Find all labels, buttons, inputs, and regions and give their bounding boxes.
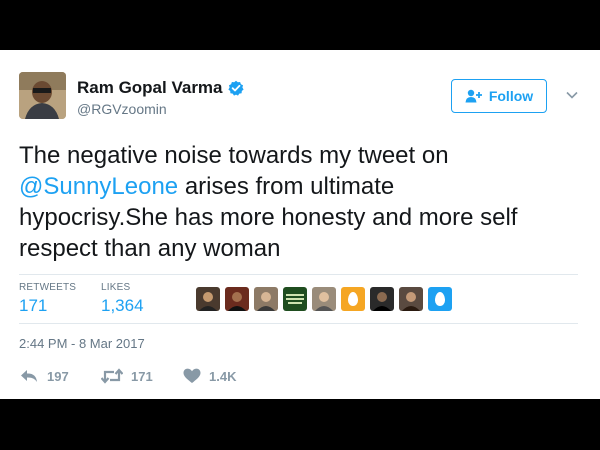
- like-button[interactable]: 1.4K: [183, 368, 236, 384]
- tweet-card: Ram Gopal Varma @RGVzoomin Follow The ne…: [0, 50, 600, 399]
- tweet-line-2: arises from ultimate: [178, 173, 395, 200]
- liker-avatar[interactable]: [341, 287, 365, 311]
- retweets-count[interactable]: 171: [19, 296, 47, 316]
- tweet-line-1: The negative noise towards my tweet on: [19, 142, 449, 169]
- follow-label: Follow: [488, 88, 534, 104]
- liker-avatar[interactable]: [283, 287, 307, 311]
- like-count: 1.4K: [209, 368, 237, 384]
- tweet-line-4: respect than any woman: [19, 235, 281, 262]
- egg-icon: [348, 292, 358, 306]
- tweet-text: The negative noise towards my tweet on @…: [19, 140, 584, 264]
- liker-avatar[interactable]: [428, 287, 452, 311]
- retweet-count: 171: [131, 368, 153, 384]
- reply-icon: [21, 370, 37, 382]
- liker-avatar[interactable]: [312, 287, 336, 311]
- verified-badge-icon: [227, 80, 244, 96]
- retweet-icon: [101, 368, 123, 384]
- likes-count[interactable]: 1,364: [101, 296, 144, 316]
- liker-avatar[interactable]: [399, 287, 423, 311]
- mention-link[interactable]: @SunnyLeone: [19, 173, 178, 200]
- reply-count: 197: [47, 368, 69, 384]
- tweet-timestamp[interactable]: 2:44 PM - 8 Mar 2017: [19, 336, 145, 351]
- liker-avatars: [196, 287, 452, 311]
- retweets-label: RETWEETS: [19, 282, 77, 293]
- retweet-button[interactable]: 171: [101, 368, 153, 384]
- add-user-icon: [465, 89, 482, 103]
- liker-avatar[interactable]: [370, 287, 394, 311]
- liker-avatar[interactable]: [225, 287, 249, 311]
- author-name[interactable]: Ram Gopal Varma: [77, 78, 244, 98]
- follow-button[interactable]: Follow: [451, 79, 547, 113]
- chevron-down-icon[interactable]: [565, 88, 579, 102]
- heart-icon: [183, 368, 201, 383]
- author-avatar[interactable]: [19, 72, 66, 119]
- author-handle[interactable]: @RGVzoomin: [77, 101, 167, 117]
- author-name-text[interactable]: Ram Gopal Varma: [77, 78, 223, 98]
- liker-avatar[interactable]: [254, 287, 278, 311]
- divider-top: [19, 274, 578, 275]
- liker-avatar[interactable]: [196, 287, 220, 311]
- egg-icon: [435, 292, 445, 306]
- divider-bottom: [19, 323, 578, 324]
- reply-button[interactable]: 197: [19, 368, 69, 384]
- likes-label: LIKES: [101, 282, 131, 293]
- tweet-line-3: hypocrisy.She has more honesty and more …: [19, 204, 518, 231]
